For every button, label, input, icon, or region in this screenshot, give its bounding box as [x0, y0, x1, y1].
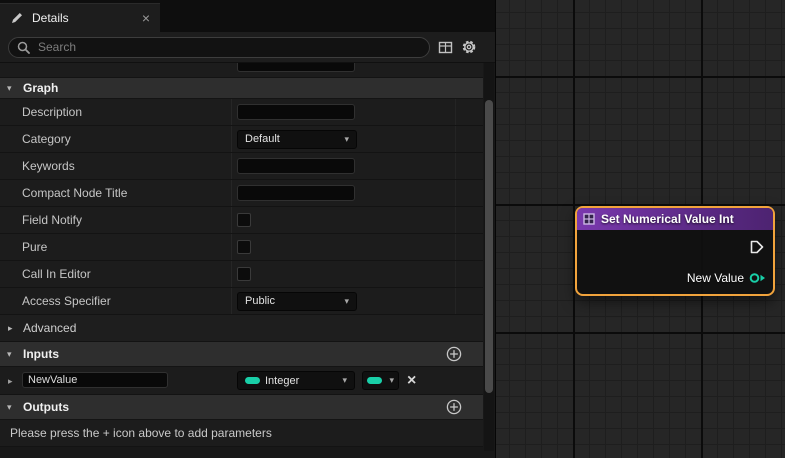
blueprint-graph-canvas[interactable]: Set Numerical Value Int New Value — [495, 0, 785, 458]
details-panel: Details × ▾ Graph Description — [0, 0, 495, 458]
section-title: Inputs — [23, 347, 59, 361]
field-notify-checkbox[interactable] — [237, 213, 251, 227]
chevron-down-icon: ▾ — [7, 348, 12, 359]
category-dropdown[interactable]: Default ▾ — [237, 129, 357, 149]
section-title: Graph — [23, 81, 59, 95]
access-specifier-value: Public — [245, 295, 275, 307]
property-label: Description — [22, 105, 83, 119]
property-row-keywords: Keywords — [0, 153, 483, 180]
table-view-icon[interactable] — [438, 40, 453, 55]
tab-details[interactable]: Details × — [0, 3, 160, 32]
section-header-graph[interactable]: ▾ Graph — [0, 78, 483, 99]
chevron-right-icon[interactable]: ▸ — [8, 376, 13, 387]
gear-icon[interactable] — [461, 39, 477, 55]
chevron-down-icon: ▾ — [344, 295, 349, 306]
chevron-right-icon: ▸ — [8, 322, 13, 333]
property-row-call-in-editor: Call In Editor — [0, 261, 483, 288]
parameter-type-dropdown[interactable]: Integer ▾ — [237, 371, 355, 390]
property-label: Access Specifier — [22, 294, 111, 308]
property-label: Category — [22, 132, 71, 146]
property-row-pure: Pure — [0, 234, 483, 261]
integer-output-pin-icon — [749, 272, 766, 284]
pin-label: New Value — [686, 271, 744, 285]
integer-pin-type-icon — [245, 377, 260, 384]
search-row — [0, 32, 495, 63]
close-icon[interactable]: × — [142, 11, 150, 25]
chevron-down-icon: ▾ — [7, 401, 12, 412]
property-label: Call In Editor — [22, 267, 91, 281]
property-list: ▾ Graph Description Category Default ▾ K… — [0, 63, 483, 447]
section-header-outputs[interactable]: ▾ Outputs — [0, 395, 483, 420]
node-title: Set Numerical Value Int — [601, 212, 734, 226]
tab-title: Details — [32, 11, 69, 25]
keywords-input[interactable] — [237, 158, 355, 174]
property-label: Keywords — [22, 159, 75, 173]
chevron-down-icon: ▾ — [342, 375, 347, 385]
property-row-category: Category Default ▾ — [0, 126, 483, 153]
advanced-label: Advanced — [23, 321, 77, 335]
edit-pencil-icon — [10, 11, 24, 25]
property-row-description: Description — [0, 99, 483, 126]
scrollbar-track[interactable] — [484, 63, 494, 451]
chevron-down-icon: ▾ — [389, 375, 394, 385]
add-input-button[interactable] — [446, 346, 462, 362]
clipped-text-input[interactable] — [237, 63, 355, 72]
exec-output-pin-icon[interactable] — [750, 240, 764, 259]
property-label: Field Notify — [22, 213, 83, 227]
property-row-compact-node-title: Compact Node Title — [0, 180, 483, 207]
add-output-button[interactable] — [446, 399, 462, 415]
category-value: Default — [245, 133, 280, 145]
access-specifier-dropdown[interactable]: Public ▾ — [237, 291, 357, 311]
parameter-name-input[interactable] — [22, 372, 168, 388]
compact-node-title-input[interactable] — [237, 185, 355, 201]
outputs-empty-hint: Please press the + icon above to add par… — [10, 426, 272, 440]
set-numerical-value-int-node[interactable]: Set Numerical Value Int New Value — [575, 206, 775, 296]
call-in-editor-checkbox[interactable] — [237, 267, 251, 281]
section-title: Outputs — [23, 400, 69, 414]
tab-bar: Details × — [0, 0, 495, 32]
section-header-inputs[interactable]: ▾ Inputs — [0, 342, 483, 367]
search-input[interactable] — [36, 39, 421, 55]
parameter-type-value: Integer — [265, 374, 300, 387]
scrollbar-thumb[interactable] — [485, 100, 493, 393]
clipped-property-row — [0, 63, 483, 78]
property-label: Pure — [22, 240, 48, 254]
node-header[interactable]: Set Numerical Value Int — [577, 208, 773, 230]
advanced-expander[interactable]: ▸ Advanced — [0, 315, 483, 342]
description-input[interactable] — [237, 104, 355, 120]
pure-checkbox[interactable] — [237, 240, 251, 254]
chevron-down-icon: ▾ — [344, 133, 349, 144]
search-box[interactable] — [8, 36, 430, 58]
search-icon — [17, 41, 30, 54]
container-type-dropdown[interactable]: ▾ — [362, 371, 399, 390]
chevron-down-icon: ▾ — [7, 82, 12, 93]
node-body: New Value — [577, 230, 773, 294]
variable-set-icon — [583, 213, 595, 225]
property-row-field-notify: Field Notify — [0, 207, 483, 234]
new-value-output-pin[interactable]: New Value — [687, 271, 766, 285]
input-parameter-row: ▸ Integer ▾ ▾ × — [0, 367, 483, 395]
outputs-empty-row: Please press the + icon above to add par… — [0, 420, 483, 447]
remove-parameter-button[interactable]: × — [407, 371, 416, 390]
property-label: Compact Node Title — [22, 186, 128, 200]
property-row-access-specifier: Access Specifier Public ▾ — [0, 288, 483, 315]
single-value-icon — [367, 377, 382, 384]
